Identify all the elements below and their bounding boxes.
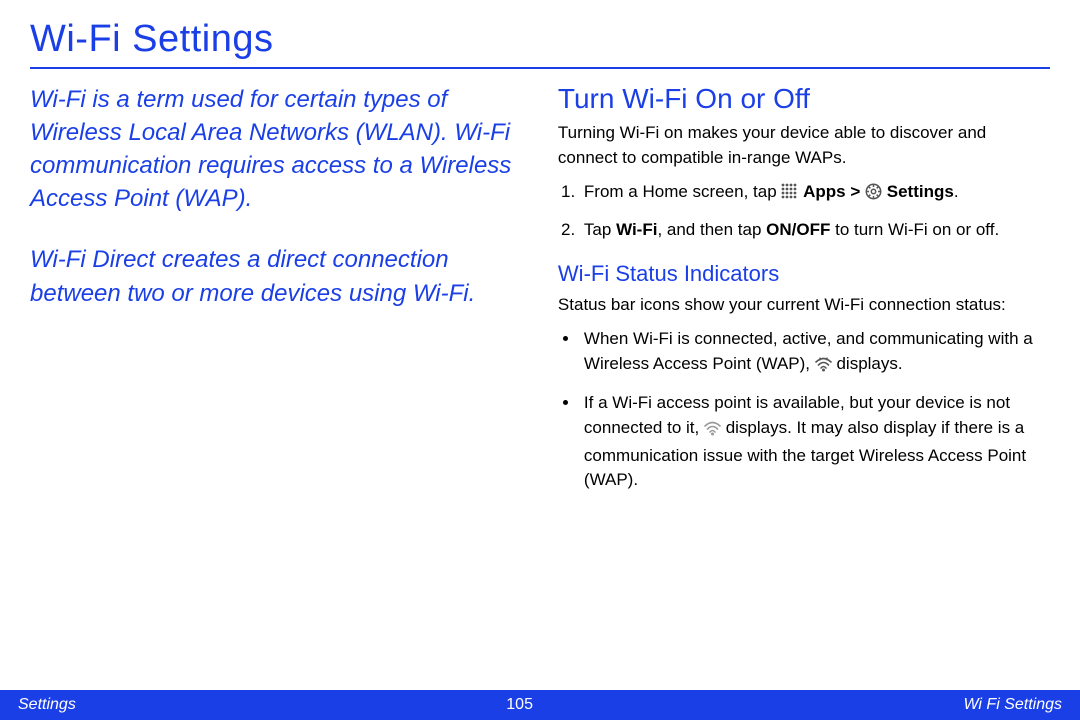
wifi-available-icon (704, 419, 721, 444)
page-footer: Settings 105 Wi Fi Settings (0, 690, 1080, 720)
apps-grid-icon (781, 183, 798, 208)
page-title: Wi-Fi Settings (30, 18, 1050, 61)
bullet-connected-text-a: When Wi-Fi is connected, active, and com… (584, 329, 1033, 373)
footer-page-number: 105 (506, 696, 533, 714)
intro-paragraph-2: Wi-Fi Direct creates a direct connection… (30, 243, 522, 309)
page: Wi-Fi Settings Wi-Fi is a term used for … (0, 0, 1080, 720)
step-2-text-c: to turn Wi-Fi on or off. (830, 220, 999, 239)
steps-list: From a Home screen, tap Apps > (580, 180, 1046, 242)
onoff-label: ON/OFF (766, 220, 830, 239)
bullet-connected-text-b: displays. (836, 354, 902, 373)
footer-left: Settings (18, 696, 76, 714)
wifi-connected-icon (815, 355, 832, 380)
subheading-status-indicators: Wi-Fi Status Indicators (558, 261, 1046, 287)
bullet-available: If a Wi-Fi access point is available, bu… (580, 391, 1046, 493)
step-2-text-a: Tap (584, 220, 616, 239)
wifi-label: Wi-Fi (616, 220, 657, 239)
footer-right: Wi Fi Settings (963, 696, 1062, 714)
step-2-text-b: , and then tap (657, 220, 766, 239)
intro-block: Wi-Fi is a term used for certain types o… (30, 83, 522, 310)
section-heading-turn-wifi: Turn Wi-Fi On or Off (558, 83, 1046, 115)
title-underline (30, 67, 1050, 69)
status-indicators-intro: Status bar icons show your current Wi-Fi… (558, 293, 1046, 318)
two-column-layout: Wi-Fi is a term used for certain types o… (30, 83, 1050, 505)
step-1-text-pre: From a Home screen, tap (584, 182, 781, 201)
step-1-text-post: . (954, 182, 959, 201)
status-bullets: When Wi-Fi is connected, active, and com… (580, 327, 1046, 493)
step-1: From a Home screen, tap Apps > (580, 180, 1046, 208)
settings-gear-icon (865, 183, 882, 208)
section-body-turn-wifi: Turning Wi-Fi on makes your device able … (558, 121, 1046, 170)
bullet-connected: When Wi-Fi is connected, active, and com… (580, 327, 1046, 379)
step-2: Tap Wi-Fi, and then tap ON/OFF to turn W… (580, 218, 1046, 243)
breadcrumb-separator: > (850, 182, 865, 201)
left-column: Wi-Fi is a term used for certain types o… (30, 83, 522, 505)
intro-paragraph-1: Wi-Fi is a term used for certain types o… (30, 83, 522, 215)
settings-label: Settings (887, 182, 954, 201)
apps-label: Apps (803, 182, 846, 201)
right-column: Turn Wi-Fi On or Off Turning Wi-Fi on ma… (558, 83, 1050, 505)
